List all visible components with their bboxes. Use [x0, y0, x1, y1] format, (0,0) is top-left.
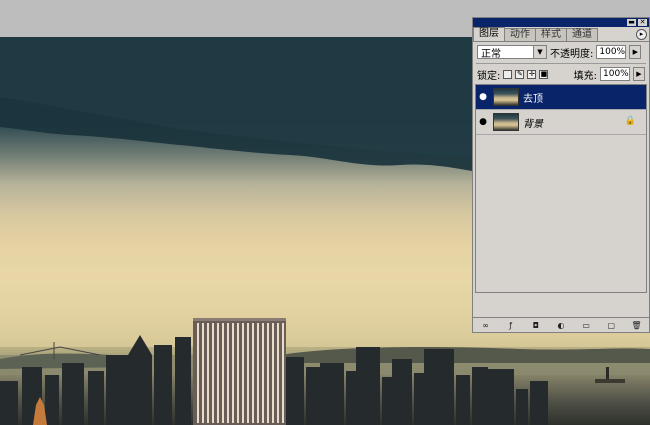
lock-icon: 🔒	[624, 116, 636, 126]
lock-all-icon[interactable]: ■	[539, 69, 549, 79]
lock-fill-row: 锁定: ✎ ✛ ■ 填充: 100% ▶	[473, 65, 649, 83]
blend-mode-select[interactable]: 正常 ▼	[477, 45, 547, 60]
layers-panel: ▬ ✕ 图层 动作 样式 通道 ▸ 正常 ▼ 不透明度: 100% ▶ 锁定: …	[472, 17, 650, 333]
divider	[476, 63, 646, 64]
opacity-label: 不透明度:	[550, 48, 594, 60]
layer-name: 背景	[523, 118, 543, 130]
panel-titlebar[interactable]: ▬ ✕	[473, 18, 649, 27]
eye-icon[interactable]: ●	[476, 86, 490, 108]
layer-name: 去顶	[523, 93, 543, 105]
blend-mode-value: 正常	[481, 48, 501, 60]
trash-icon[interactable]: 🗑	[631, 321, 641, 330]
eye-icon[interactable]: ●	[476, 111, 490, 133]
close-icon[interactable]: ✕	[638, 19, 647, 26]
lock-transparency-icon[interactable]	[503, 69, 513, 79]
lock-position-icon[interactable]: ✛	[527, 69, 537, 79]
layer-row[interactable]: ● 背景 🔒	[476, 110, 646, 135]
layer-style-icon[interactable]: ƒ	[506, 321, 516, 330]
chevron-down-icon[interactable]: ▼	[533, 46, 546, 58]
tab-actions[interactable]: 动作	[504, 28, 536, 41]
fill-slider-button[interactable]: ▶	[633, 67, 645, 81]
blend-opacity-row: 正常 ▼ 不透明度: 100% ▶	[473, 42, 649, 62]
tab-styles[interactable]: 样式	[535, 28, 567, 41]
layer-row[interactable]: ● 去顶	[476, 85, 646, 110]
fill-label: 填充:	[573, 70, 597, 82]
layer-thumbnail	[493, 113, 519, 131]
link-icon[interactable]: ∞	[481, 321, 491, 330]
layer-thumbnail	[493, 88, 519, 106]
panel-menu-icon[interactable]: ▸	[636, 29, 647, 40]
tab-layers[interactable]: 图层	[473, 27, 505, 41]
lock-paint-icon[interactable]: ✎	[515, 69, 525, 79]
tab-channels[interactable]: 通道	[566, 28, 598, 41]
opacity-slider-button[interactable]: ▶	[629, 45, 642, 59]
fill-input[interactable]: 100%	[600, 67, 630, 81]
opacity-input[interactable]: 100%	[596, 45, 627, 59]
minimize-icon[interactable]: ▬	[627, 19, 636, 26]
new-group-icon[interactable]: ▭	[581, 321, 591, 330]
add-mask-icon[interactable]: ◘	[531, 321, 541, 330]
panel-tabbar: 图层 动作 样式 通道 ▸	[473, 27, 649, 42]
new-layer-icon[interactable]: ▢	[606, 321, 616, 330]
layers-list: ● 去顶 ● 背景 🔒	[475, 84, 647, 293]
lock-label: 锁定:	[477, 70, 501, 82]
layers-bottom-toolbar: ∞ ƒ ◘ ◐ ▭ ▢ 🗑	[473, 317, 649, 332]
adjustment-layer-icon[interactable]: ◐	[556, 321, 566, 330]
